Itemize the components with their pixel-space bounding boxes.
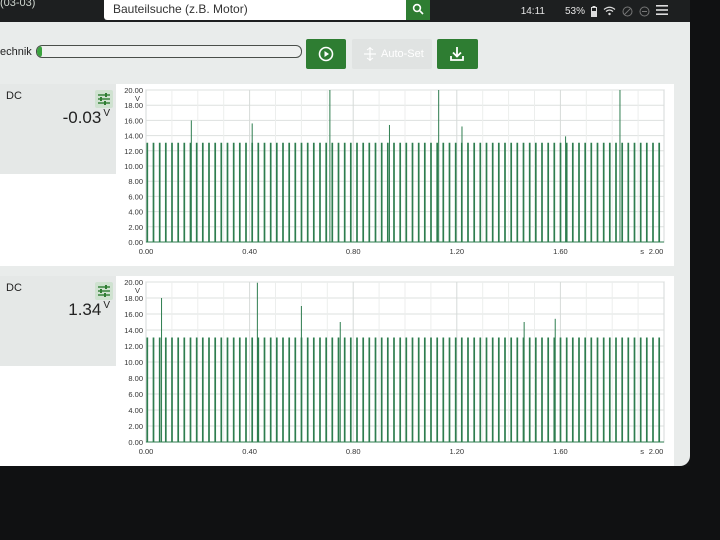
toolbar: echnik Auto-Set: [0, 22, 690, 78]
measurement-progress-bar: [36, 45, 302, 58]
channel-1-settings-button[interactable]: [95, 90, 113, 108]
auto-set-button[interactable]: Auto-Set: [352, 39, 432, 69]
channel-2-info: DC 1.34 V: [0, 276, 116, 466]
channel-1-unit: V: [103, 108, 110, 120]
x-tick-label: 0.00: [139, 447, 154, 456]
component-search-input[interactable]: Bauteilsuche (z.B. Motor): [104, 0, 406, 20]
device-bezel-right: [690, 0, 720, 466]
x-tick-label: 0.40: [242, 247, 257, 256]
y-tick-label: 2.00: [128, 422, 143, 431]
x-unit-label: s: [640, 447, 644, 456]
search-button[interactable]: [406, 0, 430, 20]
corner-label: (03-03): [0, 0, 36, 9]
x-tick-label: 2.00: [649, 447, 664, 456]
battery-icon: [591, 5, 597, 17]
x-tick-label: 2.00: [649, 247, 664, 256]
menu-icon[interactable]: [656, 5, 668, 15]
channel-1-panel: DC -0.03 V 0.00 2.00 4.00 6.00 8.00 10.00 12.00…: [0, 84, 674, 266]
y-tick-label: 20.00: [124, 86, 143, 95]
y-tick-label: 8.00: [128, 177, 143, 186]
start-button[interactable]: [306, 39, 346, 69]
auto-set-label: Auto-Set: [381, 48, 424, 60]
y-unit-label: V: [135, 94, 140, 103]
no-signal-icon: [622, 6, 633, 16]
auto-set-icon: [364, 47, 376, 61]
y-tick-label: 12.00: [124, 147, 143, 156]
y-tick-label: 12.00: [124, 342, 143, 351]
y-tick-label: 16.00: [124, 310, 143, 319]
play-icon: [318, 46, 334, 62]
clock: 14:11: [520, 5, 545, 17]
system-status: 14:11 53%: [521, 4, 650, 18]
y-tick-label: 18.00: [124, 294, 143, 303]
mode-label: echnik: [0, 46, 32, 58]
channel-2-unit: V: [103, 300, 110, 312]
x-tick-label: 0.00: [139, 247, 154, 256]
tune-icon: [98, 93, 110, 105]
channel-1-info: DC -0.03 V: [0, 84, 116, 266]
x-tick-label: 1.20: [449, 447, 464, 456]
channel-1-chart[interactable]: 0.00 2.00 4.00 6.00 8.00 10.00 12.00 14.00 16.00…: [116, 84, 668, 266]
search-icon: [412, 3, 424, 15]
x-tick-label: 1.60: [553, 447, 568, 456]
y-tick-label: 14.00: [124, 326, 143, 335]
y-tick-label: 6.00: [128, 390, 143, 399]
y-tick-label: 16.00: [124, 116, 143, 125]
channel-1-plot-svg: 0.00 2.00 4.00 6.00 8.00 10.00 12.00 14.00 16.00…: [124, 86, 665, 256]
x-tick-label: 1.20: [449, 247, 464, 256]
download-icon: [450, 47, 464, 61]
y-tick-label: 20.00: [124, 278, 143, 287]
tune-icon: [98, 285, 110, 297]
y-tick-label: 10.00: [124, 358, 143, 367]
search-placeholder: Bauteilsuche (z.B. Motor): [113, 2, 248, 16]
x-tick-label: 1.60: [553, 247, 568, 256]
y-tick-label: 18.00: [124, 101, 143, 110]
device-bezel-bottom: [0, 466, 720, 540]
channel-2-panel: DC 1.34 V 0.00 2.00 4.00 6.00 8.00 10.00 12.00 1…: [0, 276, 674, 466]
x-tick-label: 0.80: [346, 447, 361, 456]
channel-2-settings-button[interactable]: [95, 282, 113, 300]
channel-2-value: 1.34 V: [68, 300, 110, 320]
channel-2-reading: 1.34: [68, 300, 102, 319]
y-tick-label: 4.00: [128, 406, 143, 415]
channel-1-value: -0.03 V: [63, 108, 110, 128]
y-tick-label: 2.00: [128, 223, 143, 232]
app-screen: echnik Auto-Set DC -0.03 V 0.00 2.00 4.0…: [0, 22, 690, 466]
x-unit-label: s: [640, 247, 644, 256]
battery-percent: 53%: [564, 5, 585, 17]
channel-1-title: DC: [6, 90, 22, 102]
minus-circle-icon: [639, 6, 650, 16]
y-unit-label: V: [135, 286, 140, 295]
y-tick-label: 8.00: [128, 374, 143, 383]
y-tick-label: 0.00: [128, 438, 143, 447]
status-bar: (03-03) Bauteilsuche (z.B. Motor) 14:11 …: [0, 0, 690, 22]
progress-fill: [37, 46, 43, 57]
channel-2-title: DC: [6, 282, 22, 294]
x-tick-label: 0.40: [242, 447, 257, 456]
channel-2-chart[interactable]: 0.00 2.00 4.00 6.00 8.00 10.00 12.00 14.00 16.00…: [116, 276, 668, 466]
y-tick-label: 6.00: [128, 192, 143, 201]
x-tick-label: 0.80: [346, 247, 361, 256]
y-tick-label: 0.00: [128, 238, 143, 247]
wifi-icon: [603, 6, 616, 16]
download-button[interactable]: [437, 39, 478, 69]
channel-2-plot-svg: 0.00 2.00 4.00 6.00 8.00 10.00 12.00 14.00 16.00…: [124, 278, 665, 456]
y-tick-label: 4.00: [128, 208, 143, 217]
y-tick-label: 10.00: [124, 162, 143, 171]
y-tick-label: 14.00: [124, 132, 143, 141]
channel-1-reading: -0.03: [62, 108, 102, 127]
